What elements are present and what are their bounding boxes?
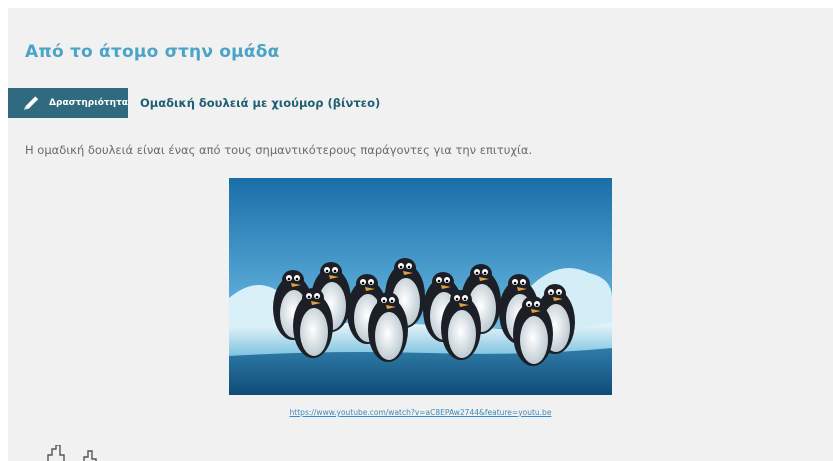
activity-header: Δραστηριότητα Ομαδική δουλειά με χιούμορ… [8,88,380,118]
bar-chart-icon [47,445,97,461]
intro-text: Η ομαδική δουλειά είναι ένας από τους ση… [25,143,533,157]
page-content: Από το άτομο στην ομάδα Δραστηριότητα Ομ… [8,8,833,461]
pencil-icon [23,96,39,110]
page-title: Από το άτομο στην ομάδα [25,42,280,62]
activity-badge-label: Δραστηριότητα [49,98,128,108]
video-thumbnail[interactable] [229,178,612,395]
activity-title: Ομαδική δουλειά με χιούμορ (βίντεο) [140,96,381,110]
activity-badge: Δραστηριότητα [8,88,128,118]
video-link[interactable]: https://www.youtube.com/watch?v=aC8EPAw2… [8,408,833,417]
